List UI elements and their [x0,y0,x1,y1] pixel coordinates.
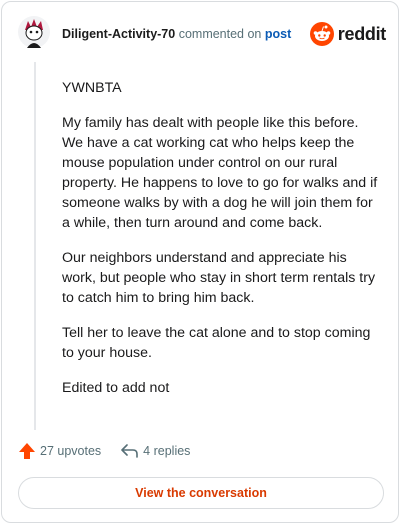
comment-paragraph: Tell her to leave the cat alone and to s… [62,325,371,361]
comment-footer: 27 upvotes 4 replies [18,442,190,460]
avatar-icon [18,16,50,48]
view-conversation-button[interactable]: View the conversation [18,477,384,509]
comment-header: Diligent-Activity-70 commented on post r… [2,2,400,64]
thread-line[interactable] [34,62,36,430]
reply-arrow-icon [121,444,138,458]
post-link[interactable]: post [265,27,291,41]
reddit-logo[interactable]: reddit [309,22,387,46]
reddit-snoo-icon [309,22,334,46]
user-avatar[interactable] [18,16,50,48]
comment-byline: Diligent-Activity-70 commented on post [62,27,291,41]
comment-paragraph: YWNBTA [62,80,122,96]
reddit-wordmark: reddit [337,23,387,44]
comment-paragraph: My family has dealt with people like thi… [62,115,378,231]
comment-body: YWNBTA My family has dealt with people l… [62,78,382,413]
replies-button[interactable]: 4 replies [121,443,190,459]
comment-paragraph: Edited to add not [62,380,170,396]
commented-on-text: commented on [178,27,262,41]
comment-paragraph: Our neighbors understand and appreciate … [62,250,376,306]
reply-count: 4 replies [143,444,191,458]
upvote-count: 27 upvotes [40,444,102,458]
upvote-arrow-icon [19,443,35,459]
username-link[interactable]: Diligent-Activity-70 [62,27,175,41]
upvote-button[interactable]: 27 upvotes [18,442,101,460]
comment-card: Diligent-Activity-70 commented on post r… [1,1,399,523]
